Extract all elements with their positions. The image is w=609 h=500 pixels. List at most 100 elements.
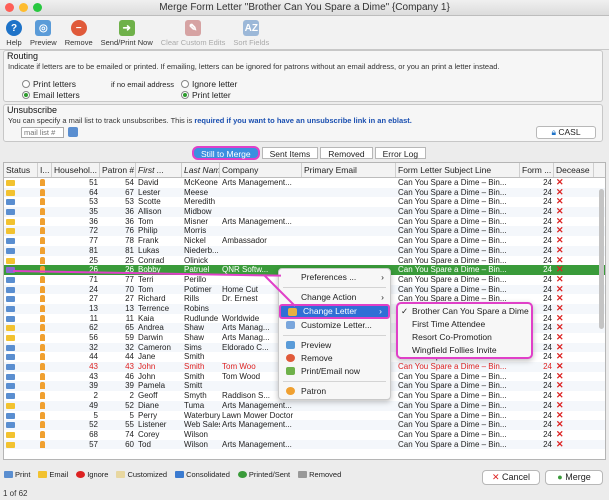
row-cell-s: Can You Spare a Dime – Bin... (398, 410, 507, 420)
row-icon-cell: ✕ (554, 430, 594, 440)
deceased-x-icon: ✕ (556, 303, 564, 313)
row-cell-h: 53 (89, 197, 98, 207)
row-icon-cell (4, 285, 38, 295)
row-icon-cell (4, 372, 38, 382)
row-cell-p: 76 (125, 226, 134, 236)
row-icon-cell (4, 304, 38, 314)
menu-customize-letter[interactable]: Customize Letter... (279, 319, 390, 332)
table-row[interactable]: 64 67 Lester Meese Can You Spare a Dime – Bi… (4, 187, 605, 198)
row-icon-cell: ✕ (554, 256, 594, 266)
table-row[interactable]: 52 55 Listener Web Sales Arts Management... C… (4, 420, 605, 430)
col-primary-email[interactable]: Primary Email (302, 163, 396, 177)
table-row[interactable]: 36 36 Tom Misner Arts Management... Can You S… (4, 217, 605, 227)
col-last-name[interactable]: Last Name (182, 163, 220, 177)
col-household[interactable]: Househol... (52, 163, 100, 177)
chevron-right-icon: › (379, 306, 382, 316)
row-icon-cell (38, 207, 52, 217)
tab-error-log[interactable]: Error Log (374, 147, 427, 159)
tab-bar: Still to Merge Sent Items Removed Error … (192, 146, 427, 160)
row-cell-h: 32 (89, 342, 98, 352)
print-letter-radio[interactable]: Print letter (181, 90, 231, 100)
row-cell-l: Sims (184, 342, 202, 352)
row-icon-cell (38, 411, 52, 421)
submenu-brother-can-you-spare-a-dime[interactable]: ✓ Brother Can You Spare a Dime (398, 305, 531, 318)
minimize-window-button[interactable] (19, 3, 28, 12)
table-row[interactable]: 53 53 Scotte Meredith Can You Spare a Dime –… (4, 197, 605, 207)
row-cell-f: Andrea (138, 323, 164, 333)
table-row[interactable]: 72 76 Philip Morris Can You Spare a Dime – B… (4, 226, 605, 237)
menu-preferences[interactable]: Preferences ... › (279, 271, 390, 284)
close-window-button[interactable] (5, 3, 14, 12)
table-row[interactable]: 77 78 Frank Nickel Ambassador Can You Spare a… (4, 236, 605, 246)
row-icon-cell (38, 440, 52, 450)
menu-print-email-now[interactable]: Print/Email now (279, 365, 390, 378)
table-row[interactable]: 35 36 Allison Midbow Can You Spare a Dime – … (4, 207, 605, 217)
row-cell-email (302, 207, 396, 217)
row-icon-cell: ✕ (554, 362, 594, 372)
menu-patron[interactable]: Patron (279, 385, 390, 398)
table-row[interactable]: 81 81 Lukas Niederb... Can You Spare a Dime … (4, 245, 605, 256)
clear-custom-edits-button[interactable]: ✎ Clear Custom Edits (157, 16, 230, 49)
row-cell-h: 11 (89, 313, 98, 323)
col-first[interactable]: First ... (136, 163, 182, 177)
row-cell-h: 13 (89, 303, 98, 313)
table-row[interactable]: 25 25 Conrad Olinick Can You Spare a Dime – … (4, 256, 605, 266)
preview-button[interactable]: ◎ Preview (26, 16, 61, 49)
col-company[interactable]: Company (220, 163, 302, 177)
tab-sent-items[interactable]: Sent Items (261, 147, 319, 159)
col-status[interactable]: Status (4, 163, 38, 177)
sort-fields-button[interactable]: AZ Sort Fields (229, 16, 273, 49)
table-row[interactable]: 5 5 Perry Waterbury Lawn Mower Doctor Can You… (4, 411, 605, 421)
send-print-now-button[interactable]: ➜ Send/Print Now (97, 16, 157, 49)
help-button[interactable]: ? Help (2, 16, 26, 49)
row-cell-p: 36 (125, 207, 134, 217)
email-letters-radio[interactable]: Email letters (22, 90, 80, 100)
col-form[interactable]: Form ... (520, 163, 554, 177)
tab-still-to-merge[interactable]: Still to Merge (192, 146, 260, 160)
merge-icon: ● (557, 472, 563, 482)
table-row[interactable]: 57 60 Tod Wilson Arts Management... Can You S… (4, 439, 605, 450)
col-subject[interactable]: Form Letter Subject Line (396, 163, 520, 177)
casl-button[interactable]: 🔒︎ CASL (536, 126, 596, 139)
deceased-x-icon: ✕ (556, 362, 564, 372)
lookup-icon[interactable] (68, 127, 78, 137)
col-i[interactable]: I... (38, 163, 52, 177)
table-row[interactable]: 49 52 Diane Tuma Arts Management... Can You S… (4, 400, 605, 411)
zoom-window-button[interactable] (33, 3, 42, 12)
person-icon (40, 401, 45, 409)
ignore-letter-radio[interactable]: Ignore letter (181, 79, 237, 89)
table-row[interactable]: 68 74 Corey Wilson Can You Spare a Dime – Bi… (4, 430, 605, 440)
submenu-wingfield-follies-invite[interactable]: Wingfield Follies Invite (398, 344, 531, 357)
menu-remove[interactable]: Remove (279, 352, 390, 365)
row-cell-p: 46 (125, 371, 134, 381)
col-deceased[interactable]: Decease (554, 163, 594, 177)
row-cell-h: 39 (89, 381, 98, 391)
email-icon (6, 228, 15, 235)
row-cell-f: Terri (138, 274, 154, 284)
row-cell-s: Can You Spare a Dime – Bin... (398, 274, 507, 284)
row-cell-l: Misner (184, 216, 209, 226)
cancel-button[interactable]: ✕ Cancel (482, 470, 540, 485)
menu-change-action[interactable]: Change Action › (279, 291, 390, 304)
row-cell-h: 51 (89, 178, 98, 187)
row-cell-l: McKeone (184, 178, 218, 187)
submenu-resort-co-promotion[interactable]: Resort Co-Promotion (398, 331, 531, 344)
table-row[interactable]: 51 54 David McKeone Arts Management... Can Yo… (4, 178, 605, 188)
row-cell-l: Potimer (184, 284, 212, 294)
record-count: 1 of 62 (3, 489, 28, 498)
merge-button[interactable]: ● Merge (545, 470, 603, 485)
print-letters-radio[interactable]: Print letters (22, 79, 76, 89)
remove-button[interactable]: − Remove (61, 16, 97, 49)
tab-removed[interactable]: Removed (320, 147, 373, 159)
row-cell-p: 53 (125, 197, 134, 207)
col-patron[interactable]: Patron # (100, 163, 136, 177)
mail-list-input[interactable] (21, 127, 64, 138)
menu-change-letter[interactable]: Change Letter › (279, 304, 390, 319)
row-cell-h: 43 (89, 362, 98, 372)
row-icon-cell (38, 294, 52, 304)
row-cell-h: 52 (89, 420, 98, 430)
vertical-scrollbar[interactable] (599, 189, 604, 329)
submenu-first-time-attendee[interactable]: First Time Attendee (398, 318, 531, 331)
person-icon (40, 411, 45, 419)
menu-preview[interactable]: Preview (279, 339, 390, 352)
